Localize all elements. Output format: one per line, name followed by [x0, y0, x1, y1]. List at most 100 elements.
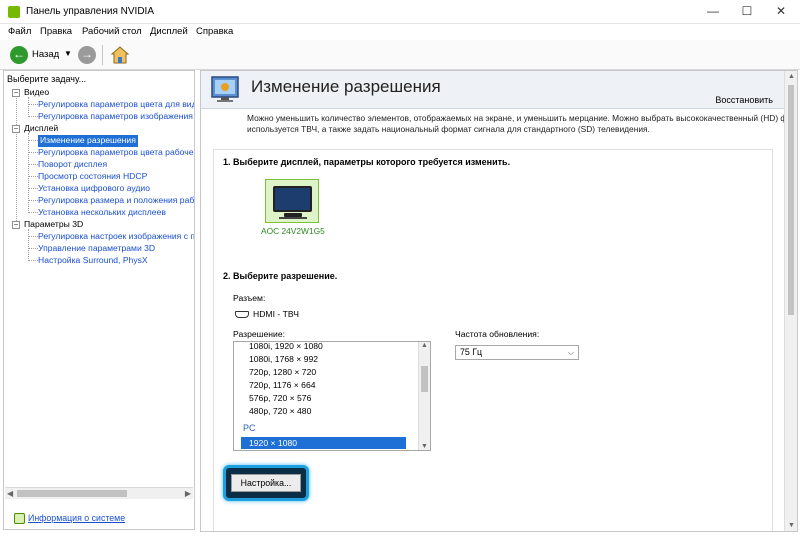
task-panel: Выберите задачу... − Видео Регулировка п… [3, 70, 195, 530]
page-description: Можно уменьшить количество элементов, от… [247, 113, 788, 135]
refresh-rate-select[interactable]: 75 Гц ⌵ [455, 345, 579, 360]
scrollbar-thumb[interactable] [788, 85, 794, 315]
tree-item-video-image[interactable]: Регулировка параметров изображения д [38, 111, 194, 123]
connector-value: HDMI - ТВЧ [253, 309, 299, 319]
resolution-option-selected[interactable]: 1920 × 1080 [241, 437, 406, 449]
resolution-group-pc: PC [243, 423, 256, 433]
tree-collapse-video[interactable]: − [12, 89, 20, 97]
forward-arrow-icon[interactable]: → [78, 46, 96, 64]
resolution-option[interactable]: 720p, 1280 × 720 [249, 366, 316, 378]
tree-item-video-color[interactable]: Регулировка параметров цвета для вид [38, 99, 194, 111]
resolution-option[interactable]: 1080i, 1920 × 1080 [249, 342, 323, 352]
menu-edit[interactable]: Правка [40, 26, 72, 37]
tree-item-surround-physx[interactable]: Настройка Surround, PhysX [38, 255, 148, 267]
tree-item-3d-image-settings[interactable]: Регулировка настроек изображения с пр [38, 231, 194, 243]
refresh-rate-label: Частота обновления: [455, 329, 540, 339]
menu-help[interactable]: Справка [196, 26, 233, 37]
chevron-down-icon: ⌵ [567, 348, 574, 357]
tree-collapse-3d[interactable]: − [12, 221, 20, 229]
tree-item-digital-audio[interactable]: Установка цифрового аудио [38, 183, 150, 195]
resolution-option[interactable]: 1080i, 1768 × 992 [249, 353, 318, 365]
tree-line [28, 176, 38, 177]
scroll-up-icon[interactable]: ▲ [788, 73, 795, 80]
tree-group-display[interactable]: Дисплей [24, 123, 58, 135]
toolbar-separator [102, 45, 103, 65]
tree-line [28, 248, 38, 249]
tree-line [28, 229, 29, 259]
display-resolution-icon [211, 76, 239, 102]
tree-line [16, 95, 17, 227]
scrollbar-thumb[interactable] [421, 366, 428, 392]
nvidia-app-icon [8, 6, 20, 18]
minimize-button[interactable]: — [696, 0, 730, 24]
toolbar: ← Назад ▼ → [0, 40, 800, 70]
tree-item-rotate-display[interactable]: Поворот дисплея [38, 159, 107, 171]
hdmi-connector-icon [235, 311, 249, 318]
tree-line [28, 140, 38, 141]
step1-heading: 1. Выберите дисплей, параметры которого … [223, 157, 511, 167]
title-bar: Панель управления NVIDIA — ☐ ✕ [0, 0, 800, 24]
monitor-icon [273, 186, 312, 212]
resolution-list-scrollbar[interactable]: ▲ ▼ [418, 342, 430, 450]
tree-item-desktop-color[interactable]: Регулировка параметров цвета рабочег [38, 147, 194, 159]
customize-button[interactable]: Настройка... [231, 474, 301, 492]
resolution-option[interactable]: 720p, 1176 × 664 [249, 379, 316, 391]
display-name[interactable]: AOC 24V2W1G5 [261, 226, 325, 236]
description-line: используется ТВЧ, а также задать национа… [247, 124, 650, 134]
window-title: Панель управления NVIDIA [26, 6, 154, 17]
system-info-link[interactable]: Информация о системе [28, 513, 125, 523]
restore-defaults-link[interactable]: Восстановить [715, 95, 773, 105]
menu-file[interactable]: Файл [8, 26, 31, 37]
page-header: Изменение разрешения Восстановить [201, 71, 785, 109]
tree-line [28, 200, 38, 201]
description-line: Можно уменьшить количество элементов, от… [247, 113, 788, 123]
tree-line [28, 188, 38, 189]
resolution-list[interactable]: 1080i, 1920 × 1080 1080i, 1768 × 992 720… [233, 341, 431, 451]
back-dropdown-icon[interactable]: ▼ [64, 49, 72, 58]
display-tile-aoc[interactable] [265, 179, 319, 223]
tree-group-video[interactable]: Видео [24, 87, 49, 99]
tree-line [28, 164, 38, 165]
tree-line [28, 152, 38, 153]
page-title: Изменение разрешения [251, 77, 441, 96]
back-button-label[interactable]: Назад [32, 49, 59, 60]
content-vertical-scrollbar[interactable]: ▲ ▼ [784, 71, 797, 531]
task-panel-horizontal-scrollbar[interactable]: ◀ ▶ [5, 487, 193, 499]
home-icon[interactable] [110, 45, 130, 65]
tree-item-change-resolution[interactable]: Изменение разрешения [38, 135, 138, 147]
system-info-icon [14, 513, 25, 524]
scroll-left-icon[interactable]: ◀ [7, 489, 13, 498]
scroll-up-icon[interactable]: ▲ [421, 342, 428, 349]
content-panel: Изменение разрешения Восстановить Можно … [200, 70, 798, 532]
tree-line [28, 116, 38, 117]
tree-item-hdcp[interactable]: Просмотр состояния HDCP [38, 171, 147, 183]
tree-item-multiple-displays[interactable]: Установка нескольких дисплеев [38, 207, 166, 219]
scrollbar-thumb[interactable] [17, 490, 127, 497]
monitor-base [279, 217, 307, 219]
tree-item-desktop-size[interactable]: Регулировка размера и положения рабоч [38, 195, 194, 207]
menu-bar: Файл Правка Рабочий стол Дисплей Справка [0, 24, 800, 40]
scroll-right-icon[interactable]: ▶ [185, 489, 191, 498]
step2-heading: 2. Выберите разрешение. [223, 271, 338, 281]
tree-group-3d[interactable]: Параметры 3D [24, 219, 83, 231]
scroll-down-icon[interactable]: ▼ [788, 522, 795, 529]
tree-line [28, 236, 38, 237]
tree-item-manage-3d[interactable]: Управление параметрами 3D [38, 243, 155, 255]
connector-label: Разъем: [233, 293, 266, 303]
back-arrow-icon[interactable]: ← [10, 46, 28, 64]
resolution-option[interactable]: 480p, 720 × 480 [249, 405, 311, 417]
menu-desktop[interactable]: Рабочий стол [82, 26, 142, 37]
task-tree: − Видео Регулировка параметров цвета для… [4, 87, 194, 487]
task-panel-title: Выберите задачу... [7, 74, 87, 84]
close-button[interactable]: ✕ [764, 0, 798, 24]
tree-line [28, 104, 38, 105]
resolution-option[interactable]: 576p, 720 × 576 [249, 392, 311, 404]
refresh-rate-value: 75 Гц [460, 347, 483, 357]
tree-line [28, 212, 38, 213]
tree-collapse-display[interactable]: − [12, 125, 20, 133]
scroll-down-icon[interactable]: ▼ [421, 443, 428, 450]
tree-line [28, 97, 29, 115]
menu-display[interactable]: Дисплей [150, 26, 188, 37]
resolution-label: Разрешение: [233, 329, 286, 339]
maximize-button[interactable]: ☐ [730, 0, 764, 24]
